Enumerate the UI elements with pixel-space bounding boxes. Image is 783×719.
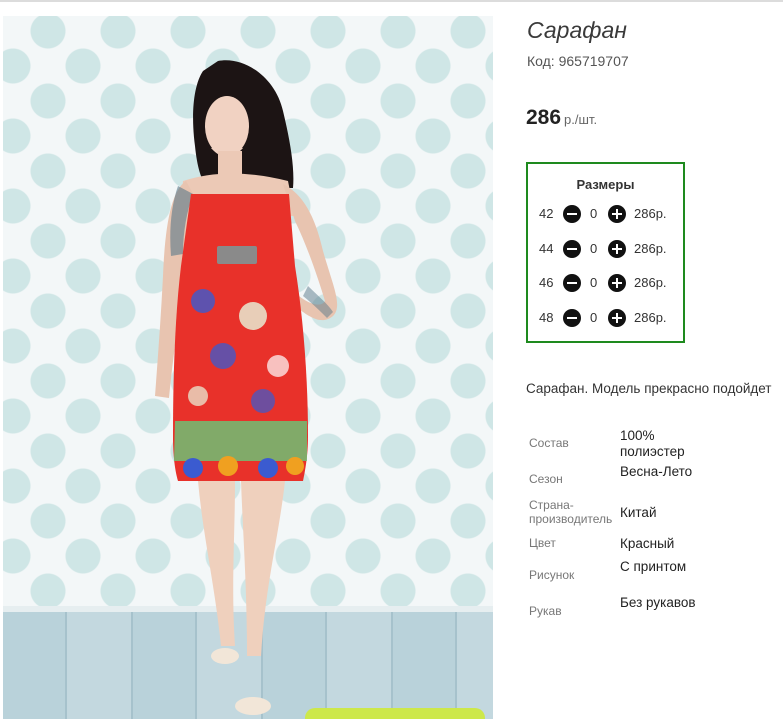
plus-circle-icon[interactable] — [608, 274, 626, 292]
attribute-value: Китай — [620, 505, 657, 520]
size-quantity: 0 — [590, 310, 598, 325]
product-code: Код: 965719707 — [527, 53, 629, 69]
attribute-label: Страна-производитель — [529, 498, 613, 526]
model-figure — [155, 60, 338, 715]
plus-circle-icon[interactable] — [608, 205, 626, 223]
size-row: 48 0 286р. — [528, 308, 683, 328]
minus-circle-icon[interactable] — [563, 274, 581, 292]
attribute-label: Цвет — [529, 536, 556, 550]
attribute-label: Сезон — [529, 472, 563, 486]
size-label: 46 — [539, 275, 554, 290]
promo-bar[interactable] — [305, 708, 485, 719]
price-amount: 286 — [526, 106, 562, 129]
sizes-panel: Размеры 42 0 286р. 44 0 286р. 46 0 286р.… — [526, 162, 685, 343]
plus-circle-icon[interactable] — [608, 309, 626, 327]
size-label: 44 — [539, 241, 554, 256]
size-price: 286р. — [634, 241, 667, 256]
size-row: 44 0 286р. — [528, 239, 683, 259]
minus-circle-icon[interactable] — [563, 205, 581, 223]
product-description: Сарафан. Модель прекрасно подойдет — [526, 381, 772, 396]
size-quantity: 0 — [590, 241, 598, 256]
size-price: 286р. — [634, 275, 667, 290]
size-quantity: 0 — [590, 275, 598, 290]
attribute-label: Рисунок — [529, 568, 575, 582]
price-unit: р./шт. — [564, 112, 598, 127]
attribute-value: Красный — [620, 536, 675, 551]
attribute-value: Без рукавов — [620, 595, 696, 610]
minus-circle-icon[interactable] — [563, 240, 581, 258]
size-label: 48 — [539, 310, 554, 325]
attribute-value: 100% полиэстер — [620, 428, 685, 459]
attribute-value: С принтом — [620, 559, 687, 574]
minus-circle-icon[interactable] — [563, 309, 581, 327]
size-row: 42 0 286р. — [528, 204, 683, 224]
plus-circle-icon[interactable] — [608, 240, 626, 258]
size-quantity: 0 — [590, 206, 598, 221]
attribute-value: Весна-Лето — [620, 464, 693, 479]
attribute-label: Рукав — [529, 604, 562, 618]
attribute-label: Состав — [529, 436, 569, 450]
product-photo[interactable] — [3, 16, 493, 719]
product-price: 286 р./шт. — [526, 106, 597, 130]
size-label: 42 — [539, 206, 554, 221]
product-title: Сарафан — [527, 17, 627, 43]
size-price: 286р. — [634, 206, 667, 221]
size-row: 46 0 286р. — [528, 273, 683, 293]
size-price: 286р. — [634, 310, 667, 325]
top-divider — [0, 0, 783, 2]
sizes-title: Размеры — [576, 177, 635, 192]
